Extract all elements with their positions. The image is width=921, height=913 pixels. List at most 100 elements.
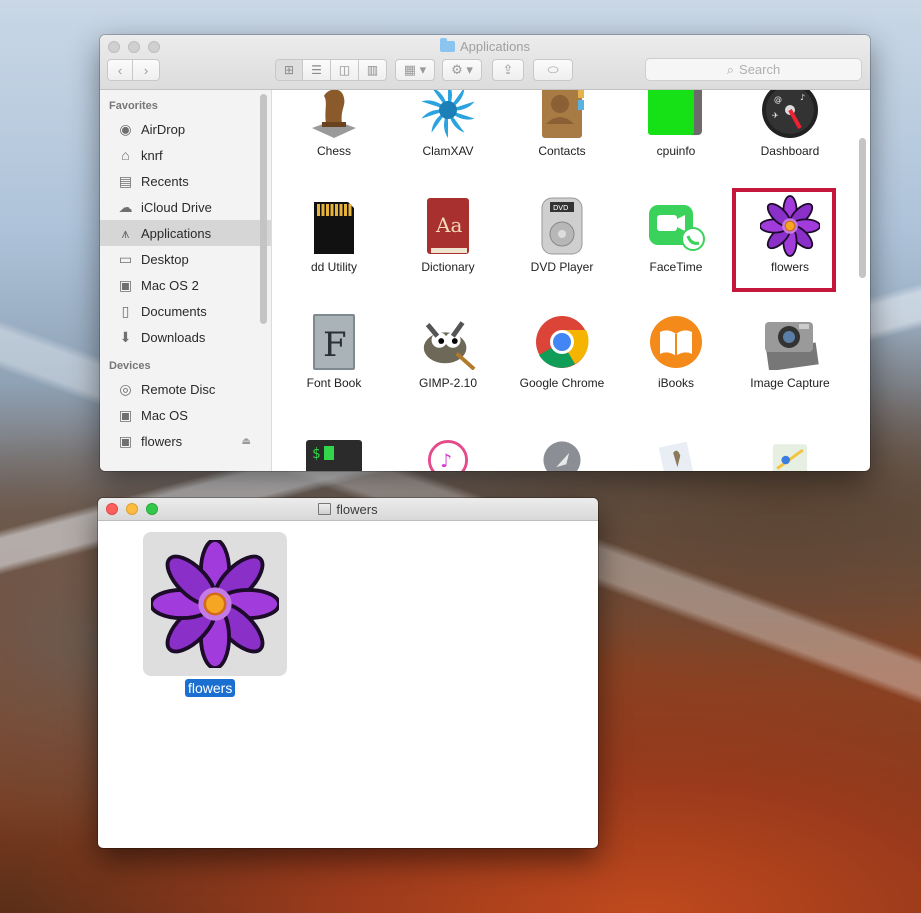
search-icon: ⌕ <box>726 61 735 77</box>
clamxav-icon <box>418 90 478 140</box>
app-item-dvd-player[interactable]: DVD DVD Player <box>505 196 619 274</box>
tags-button[interactable]: ⬭ <box>533 59 573 81</box>
disk-icon: ▣ <box>118 276 133 293</box>
app-label: ClamXAV <box>422 144 474 158</box>
content-scrollbar[interactable] <box>859 138 866 278</box>
sidebar-item-applications[interactable]: ⩚ Applications <box>100 220 271 246</box>
app-item-dd-utility[interactable]: dd Utility <box>277 196 391 274</box>
remote-disc-icon: ◎ <box>119 380 132 397</box>
list-view-button[interactable]: ☰ <box>303 59 331 81</box>
app-item-dictionary[interactable]: Aa Dictionary <box>391 196 505 274</box>
sidebar-item-downloads[interactable]: ⬇ Downloads <box>100 324 271 350</box>
app-label: Image Capture <box>750 376 830 390</box>
grid-icon: ⊞ <box>283 63 295 77</box>
sidebar-item-label: Desktop <box>141 251 189 267</box>
sidebar-item-label: Mac OS 2 <box>141 277 199 293</box>
app-item-partial[interactable] <box>733 430 847 471</box>
share-button[interactable]: ⇪ <box>492 59 524 81</box>
app-item-partial[interactable] <box>619 430 733 471</box>
app-item-font-book[interactable]: F Font Book <box>277 312 391 390</box>
chevron-right-icon: › <box>143 62 149 78</box>
dvd-player-icon: DVD <box>532 196 592 256</box>
eject-icon[interactable]: ⏏ <box>242 436 251 447</box>
sidebar-scrollbar[interactable] <box>260 94 267 324</box>
search-field[interactable]: ⌕ Search <box>645 58 862 81</box>
app-item-contacts[interactable]: Contacts <box>505 90 619 158</box>
app-item-google-chrome[interactable]: Google Chrome <box>505 312 619 390</box>
finder-window: Applications ‹ › ⊞ ☰ ◫ ▥ ▦ ▾ ⚙ ▾ ⇪ ⬭ ⌕ S… <box>100 35 870 471</box>
dictionary-icon: Aa <box>418 196 478 256</box>
app-item-ibooks[interactable]: iBooks <box>619 312 733 390</box>
sidebar-item-airdrop[interactable]: ◉ AirDrop <box>100 116 271 142</box>
app-item-dashboard[interactable]: @ ♪ ✈ Dashboard <box>733 90 847 158</box>
forward-button[interactable]: › <box>133 59 160 81</box>
search-placeholder: Search <box>739 62 781 77</box>
flowers-item-label[interactable]: flowers <box>185 679 236 697</box>
app-item-facetime[interactable]: FaceTime <box>619 196 733 274</box>
sidebar-item-documents[interactable]: ▯ Documents <box>100 298 271 324</box>
sidebar-item-mac-os[interactable]: ▣ Mac OS <box>100 402 271 428</box>
sidebar-item-label: flowers <box>141 433 183 449</box>
app-item-partial[interactable]: $ <box>277 430 391 471</box>
itunes-icon: ♪ <box>418 430 478 471</box>
svg-text:♪: ♪ <box>800 93 805 102</box>
sidebar-item-flowers[interactable]: ▣ flowers ⏏ <box>100 428 271 454</box>
mail-icon <box>646 430 706 471</box>
window-title: flowers <box>98 502 598 517</box>
svg-text:♪: ♪ <box>440 451 452 471</box>
app-label: dd Utility <box>310 260 357 274</box>
app-item-cpuinfo[interactable]: cpuinfo <box>619 90 733 158</box>
sidebar-item-label: Mac OS <box>141 407 188 423</box>
app-label: cpuinfo <box>656 144 696 158</box>
view-mode-selector: ⊞ ☰ ◫ ▥ <box>275 59 387 81</box>
back-button[interactable]: ‹ <box>107 59 133 81</box>
sidebar-item-label: AirDrop <box>141 121 186 137</box>
applications-icon: ⩚ <box>121 224 130 241</box>
file-browser: Chess ClamXAV Contacts cpuinfo @ ♪ ✈ Dashboard d… <box>272 90 870 471</box>
app-item-image-capture[interactable]: Image Capture <box>733 312 847 390</box>
airdrop-icon: ◉ <box>119 120 132 137</box>
app-item-clamxav[interactable]: ClamXAV <box>391 90 505 158</box>
sidebar-item-desktop[interactable]: ▭ Desktop <box>100 246 271 272</box>
svg-text:F: F <box>323 325 347 365</box>
sidebar-item-mac-os-2[interactable]: ▣ Mac OS 2 <box>100 272 271 298</box>
sidebar-item-icloud-drive[interactable]: ☁ iCloud Drive <box>100 194 271 220</box>
flowers-app-item[interactable] <box>143 532 287 676</box>
app-item-chess[interactable]: Chess <box>277 90 391 158</box>
arrange-icon: ▦ ▾ <box>403 62 427 77</box>
icon-view-button[interactable]: ⊞ <box>275 59 303 81</box>
action-button[interactable]: ⚙ ▾ <box>442 59 482 81</box>
sidebar-item-label: Documents <box>141 303 207 319</box>
cloud-icon: ☁ <box>118 198 133 215</box>
sidebar-item-knrf[interactable]: ⌂ knrf <box>100 142 271 168</box>
arrange-button[interactable]: ▦ ▾ <box>395 59 435 81</box>
maps-icon <box>760 430 820 471</box>
sidebar-item-label: iCloud Drive <box>141 199 212 215</box>
recents-icon: ▤ <box>118 172 133 189</box>
gear-icon: ⚙ ▾ <box>451 62 473 77</box>
dashboard-icon: @ ♪ ✈ <box>760 90 820 140</box>
disk-icon: ▣ <box>118 406 133 423</box>
flower-icon <box>151 540 279 668</box>
column-view-button[interactable]: ◫ <box>331 59 359 81</box>
svg-text:✈: ✈ <box>772 111 779 120</box>
downloads-icon: ⬇ <box>119 328 132 345</box>
app-item-gimp-2-10[interactable]: GIMP-2.10 <box>391 312 505 390</box>
app-label: Contacts <box>538 144 586 158</box>
app-item-partial[interactable]: ♪ <box>391 430 505 471</box>
app-item-partial[interactable] <box>505 430 619 471</box>
sidebar-heading-favorites: Favorites <box>109 100 158 112</box>
cover-flow-button[interactable]: ▥ <box>359 59 387 81</box>
disk-icon: ▣ <box>118 432 133 449</box>
sidebar-item-remote-disc[interactable]: ◎ Remote Disc <box>100 376 271 402</box>
home-icon: ⌂ <box>121 147 130 163</box>
sidebar-item-recents[interactable]: ▤ Recents <box>100 168 271 194</box>
sidebar-item-label: Remote Disc <box>141 381 216 397</box>
share-icon: ⇪ <box>502 62 514 77</box>
chess-icon <box>304 90 364 140</box>
svg-text:@: @ <box>774 95 782 104</box>
sidebar: Favorites ◉ AirDrop ⌂ knrf ▤ Recents ☁ iCloud D… <box>100 90 272 471</box>
google-chrome-icon <box>532 312 592 372</box>
finder-titlebar: Applications ‹ › ⊞ ☰ ◫ ▥ ▦ ▾ ⚙ ▾ ⇪ ⬭ ⌕ S… <box>100 35 870 90</box>
cover-flow-icon: ▥ <box>366 63 379 77</box>
